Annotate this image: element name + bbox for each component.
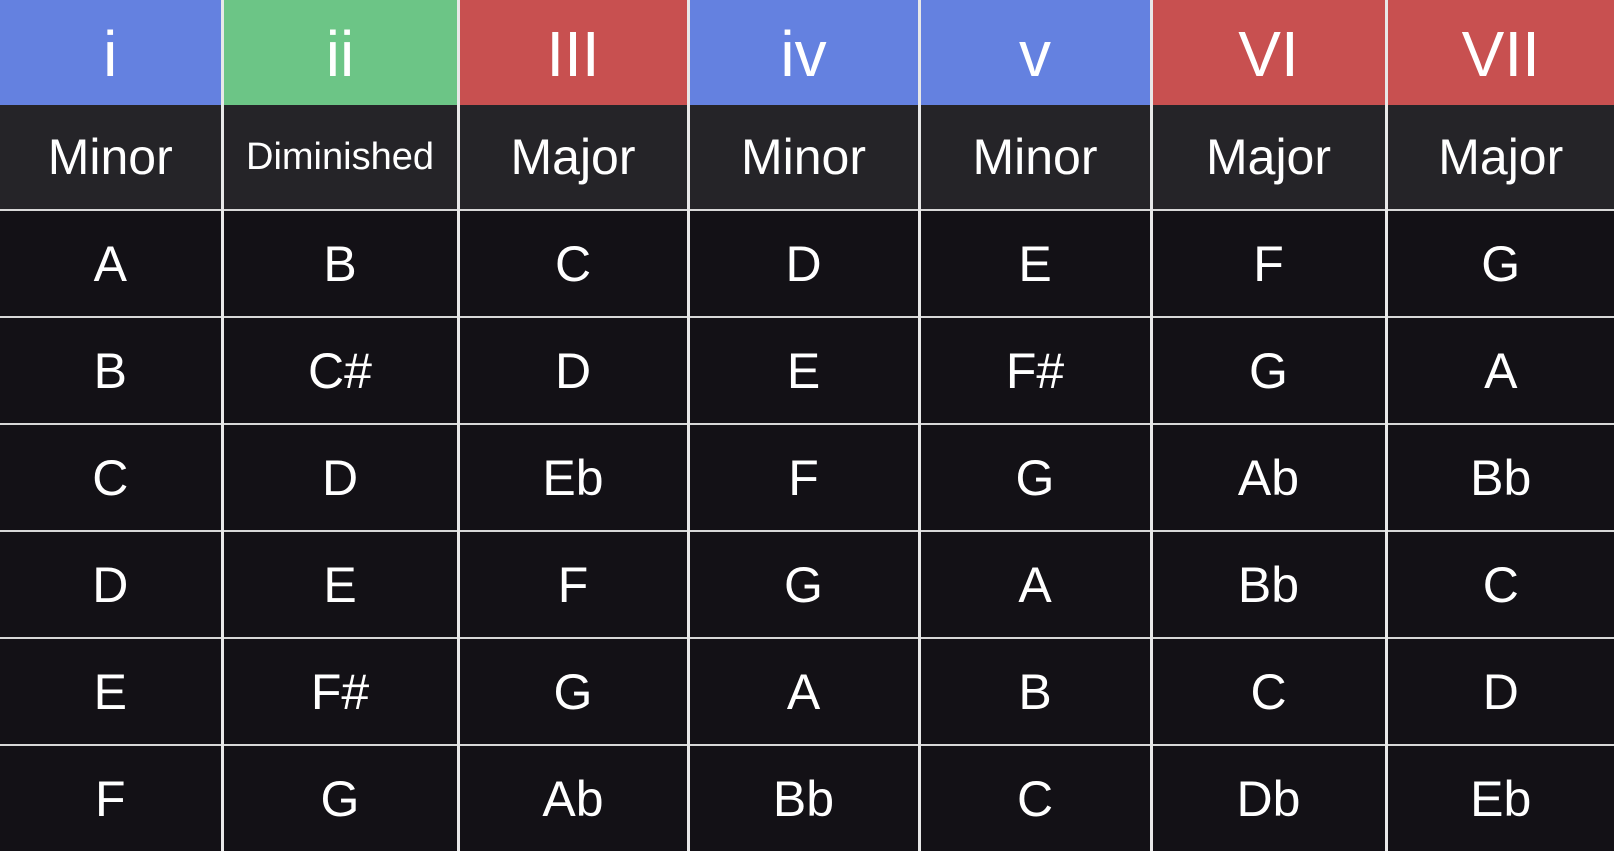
quality-header: Minor xyxy=(0,105,222,210)
chord-cell: G xyxy=(1384,209,1614,317)
chord-cell: D xyxy=(0,530,222,638)
numeral-header-v: v xyxy=(917,0,1151,105)
chord-cell: F# xyxy=(220,637,458,745)
chord-cell: G xyxy=(686,530,919,638)
key-row: ABCDEFG xyxy=(0,209,1614,317)
minor-key-chord-table: i ii III iv v VI VII Minor Diminished Major Minor M… xyxy=(0,0,1614,851)
chord-cell: E xyxy=(220,530,458,638)
chord-cell: C xyxy=(1149,637,1386,745)
chord-cell: A xyxy=(1384,316,1614,424)
key-row: E F# G A B C D xyxy=(0,637,1614,745)
chord-cell: Bb xyxy=(1149,530,1386,638)
chord-cell: Eb xyxy=(1384,744,1614,851)
chord-cell: F xyxy=(1149,209,1386,317)
chord-cell: E xyxy=(917,209,1151,317)
quality-header: Diminished xyxy=(220,105,458,210)
chord-cell: G xyxy=(220,744,458,851)
quality-header: Major xyxy=(1384,105,1614,210)
numeral-header-VI: VI xyxy=(1149,0,1386,105)
chord-cell: F xyxy=(456,530,688,638)
numeral-header-ii: ii xyxy=(220,0,458,105)
chord-cell: Bb xyxy=(1384,423,1614,531)
chord-cell: B xyxy=(917,637,1151,745)
key-row: C D Eb F G Ab Bb xyxy=(0,423,1614,531)
chord-cell: C xyxy=(917,744,1151,851)
chord-cell: B xyxy=(0,316,222,424)
chord-cell: Eb xyxy=(456,423,688,531)
chord-cell: Bb xyxy=(686,744,919,851)
numeral-header-i: i xyxy=(0,0,222,105)
key-row: D E F G A Bb C xyxy=(0,530,1614,638)
numeral-header-iv: iv xyxy=(686,0,919,105)
chord-cell: B xyxy=(220,209,458,317)
quality-header: Minor xyxy=(917,105,1151,210)
chord-cell: G xyxy=(456,637,688,745)
chord-cell: C xyxy=(1384,530,1614,638)
chord-cell: Ab xyxy=(456,744,688,851)
quality-header-row: Minor Diminished Major Minor Minor Major Major xyxy=(0,105,1614,210)
quality-header: Major xyxy=(456,105,688,210)
chord-cell: F xyxy=(0,744,222,851)
numeral-header-row: i ii III iv v VI VII xyxy=(0,0,1614,105)
chord-cell: Db xyxy=(1149,744,1386,851)
chord-cell: E xyxy=(686,316,919,424)
quality-header: Major xyxy=(1149,105,1386,210)
chord-cell: A xyxy=(686,637,919,745)
chord-cell: D xyxy=(1384,637,1614,745)
numeral-header-VII: VII xyxy=(1384,0,1614,105)
key-row: B C# D E F# G A xyxy=(0,316,1614,424)
chord-cell: C xyxy=(456,209,688,317)
chord-cell: D xyxy=(686,209,919,317)
key-row: F G Ab Bb C Db Eb xyxy=(0,744,1614,851)
chord-cell: C xyxy=(0,423,222,531)
chord-cell: F xyxy=(686,423,919,531)
chord-cell: D xyxy=(220,423,458,531)
chord-cell: A xyxy=(917,530,1151,638)
chord-cell: E xyxy=(0,637,222,745)
chord-cell: D xyxy=(456,316,688,424)
numeral-header-III: III xyxy=(456,0,688,105)
chord-cell: G xyxy=(1149,316,1386,424)
chord-cell: C# xyxy=(220,316,458,424)
chord-cell: F# xyxy=(917,316,1151,424)
quality-header: Minor xyxy=(686,105,919,210)
chord-cell: A xyxy=(0,209,222,317)
chord-cell: G xyxy=(917,423,1151,531)
chord-cell: Ab xyxy=(1149,423,1386,531)
